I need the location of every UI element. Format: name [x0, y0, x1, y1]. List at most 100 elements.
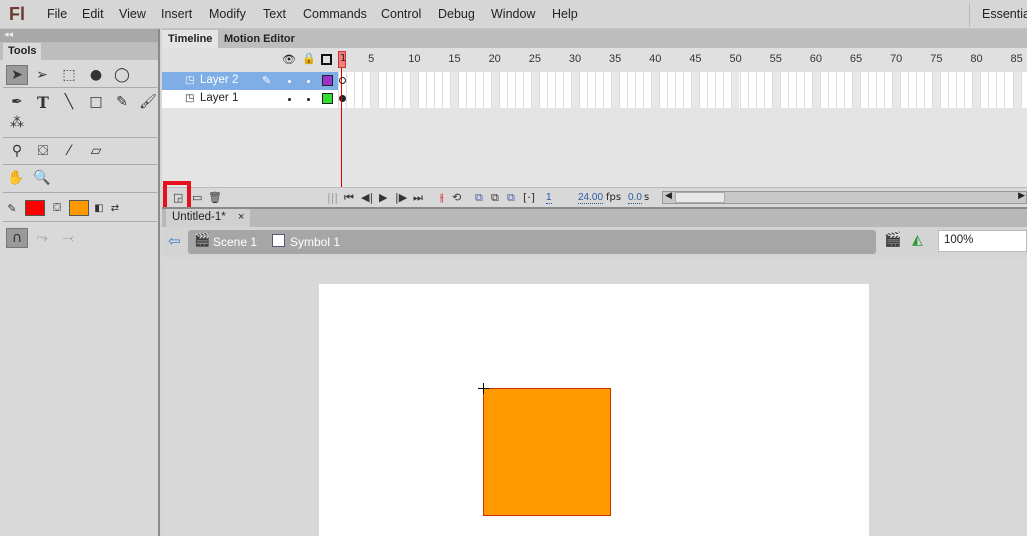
edit-scene-icon[interactable]: 🎬 [884, 232, 901, 248]
frame-cell[interactable] [490, 72, 499, 108]
frame-cell[interactable] [940, 72, 948, 108]
frame-cell[interactable] [771, 72, 780, 108]
menu-edit[interactable]: Edit [82, 7, 104, 21]
go-to-first-frame-icon[interactable]: ⏮ [344, 191, 354, 205]
edit-symbols-icon[interactable]: ◭ [912, 232, 923, 248]
menu-view[interactable]: View [119, 7, 146, 21]
onion-skin-outlines-icon[interactable]: ⧉ [491, 191, 499, 205]
frame-cell[interactable] [554, 72, 563, 108]
visibility-dot[interactable] [288, 98, 291, 101]
frame-cell[interactable] [410, 72, 419, 108]
deco-tool[interactable]: ⁂ [6, 113, 28, 133]
frame-cell[interactable] [434, 72, 442, 108]
frame-cell[interactable] [996, 72, 1004, 108]
hand-tool[interactable]: ✋ [5, 168, 27, 188]
menu-commands[interactable]: Commands [303, 7, 367, 21]
frame-cell[interactable] [546, 72, 555, 108]
frame-cell[interactable] [362, 72, 370, 108]
stroke-color-swatch[interactable] [25, 200, 45, 216]
menu-file[interactable]: File [47, 7, 67, 21]
line-tool[interactable]: ╲ [58, 92, 80, 112]
snap-to-objects-button[interactable]: ∩ [6, 228, 28, 248]
tab-timeline[interactable]: Timeline [162, 30, 219, 48]
timeline-scrollbar[interactable]: ◀ ▶ [662, 191, 1027, 204]
loop-icon[interactable]: ⟲ [452, 191, 461, 204]
frame-cell[interactable] [819, 72, 828, 108]
frame-cell[interactable] [707, 72, 715, 108]
eyedropper-tool[interactable]: ⁄ [58, 141, 80, 161]
fps-field[interactable]: 24.00 [578, 192, 604, 204]
lasso-tool[interactable]: ◯ [111, 65, 133, 85]
frame-cell[interactable] [755, 72, 764, 108]
frame-cell[interactable] [354, 72, 362, 108]
eye-icon[interactable]: 👁 [282, 53, 296, 66]
lock-icon[interactable]: 🔒 [302, 52, 316, 65]
frame-cell[interactable] [627, 72, 635, 108]
step-back-icon[interactable]: ◀| [361, 191, 373, 204]
frame-cell[interactable] [972, 72, 981, 108]
tab-motion-editor[interactable]: Motion Editor [218, 30, 301, 48]
frame-cell[interactable] [964, 72, 972, 108]
visibility-dot[interactable] [288, 80, 291, 83]
frame-cell[interactable] [795, 72, 804, 108]
layer-row[interactable]: ◳ Layer 1 [162, 90, 338, 108]
free-transform-tool[interactable]: ⬚ [58, 65, 80, 85]
frame-cell[interactable] [498, 72, 507, 108]
layer-row[interactable]: ◳ Layer 2 ✎ [162, 72, 338, 90]
frame-cell[interactable] [426, 72, 434, 108]
frame-cell[interactable] [635, 72, 643, 108]
frame-cell[interactable] [538, 72, 547, 108]
frame-cell[interactable] [956, 72, 964, 108]
breadcrumb-symbol[interactable]: Symbol 1 [290, 235, 340, 249]
frame-cell[interactable] [715, 72, 723, 108]
frame-cell[interactable] [892, 72, 901, 108]
lock-dot[interactable] [307, 80, 310, 83]
bone-tool[interactable]: ⚲ [6, 141, 28, 161]
back-arrow-icon[interactable]: ⇦ [168, 232, 181, 250]
collapse-panel-button[interactable]: ◂◂ [0, 29, 158, 42]
zoom-tool[interactable]: 🔍 [31, 168, 53, 188]
frame-cell[interactable] [482, 72, 491, 108]
frame-cell[interactable] [803, 72, 812, 108]
frame-cell[interactable] [787, 72, 796, 108]
swap-colors-button[interactable]: ⇄ [107, 198, 123, 218]
frame-cell[interactable] [859, 72, 868, 108]
straighten-button[interactable]: ⤙ [57, 228, 79, 248]
pencil-tool[interactable]: ✎ [111, 92, 133, 112]
frame-cell[interactable] [1004, 72, 1012, 108]
frame-cell[interactable] [988, 72, 996, 108]
eraser-tool[interactable]: ▱ [85, 141, 107, 161]
frame-cell[interactable] [474, 72, 483, 108]
delete-icon[interactable]: 🗑 [208, 191, 222, 204]
text-tool[interactable]: T [32, 92, 54, 112]
frame-cell[interactable] [442, 72, 450, 108]
frame-cell[interactable] [378, 72, 386, 108]
frame-cell[interactable] [458, 72, 466, 108]
smooth-button[interactable]: ⤳ [31, 228, 53, 248]
resize-handle[interactable]: ||| [327, 191, 338, 204]
selection-tool[interactable]: ➤ [6, 65, 28, 85]
frame-cell[interactable] [466, 72, 474, 108]
breadcrumb-scene[interactable]: Scene 1 [213, 235, 257, 249]
frame-cell[interactable] [594, 72, 603, 108]
frame-cell[interactable] [651, 72, 660, 108]
frame-cell[interactable] [530, 72, 539, 108]
close-icon[interactable]: × [238, 211, 244, 223]
frame-cell[interactable] [667, 72, 675, 108]
frame-cell[interactable] [683, 72, 691, 108]
frame-cell[interactable] [747, 72, 756, 108]
layer-outline-color[interactable] [322, 93, 333, 104]
frame-cell[interactable] [835, 72, 844, 108]
frame-cell[interactable] [843, 72, 852, 108]
scroll-left-icon[interactable]: ◀ [665, 191, 672, 201]
frame-cell[interactable] [586, 72, 595, 108]
lock-dot[interactable] [307, 98, 310, 101]
menu-window[interactable]: Window [491, 7, 535, 21]
frame-cell[interactable] [450, 72, 459, 108]
frame-cell[interactable] [876, 72, 884, 108]
frame-cell[interactable] [402, 72, 410, 108]
go-to-last-frame-icon[interactable]: ⏭ [413, 191, 423, 205]
scrollbar-thumb[interactable] [675, 192, 725, 203]
menu-insert[interactable]: Insert [161, 7, 192, 21]
modify-markers-icon[interactable]: [·] [523, 191, 535, 204]
